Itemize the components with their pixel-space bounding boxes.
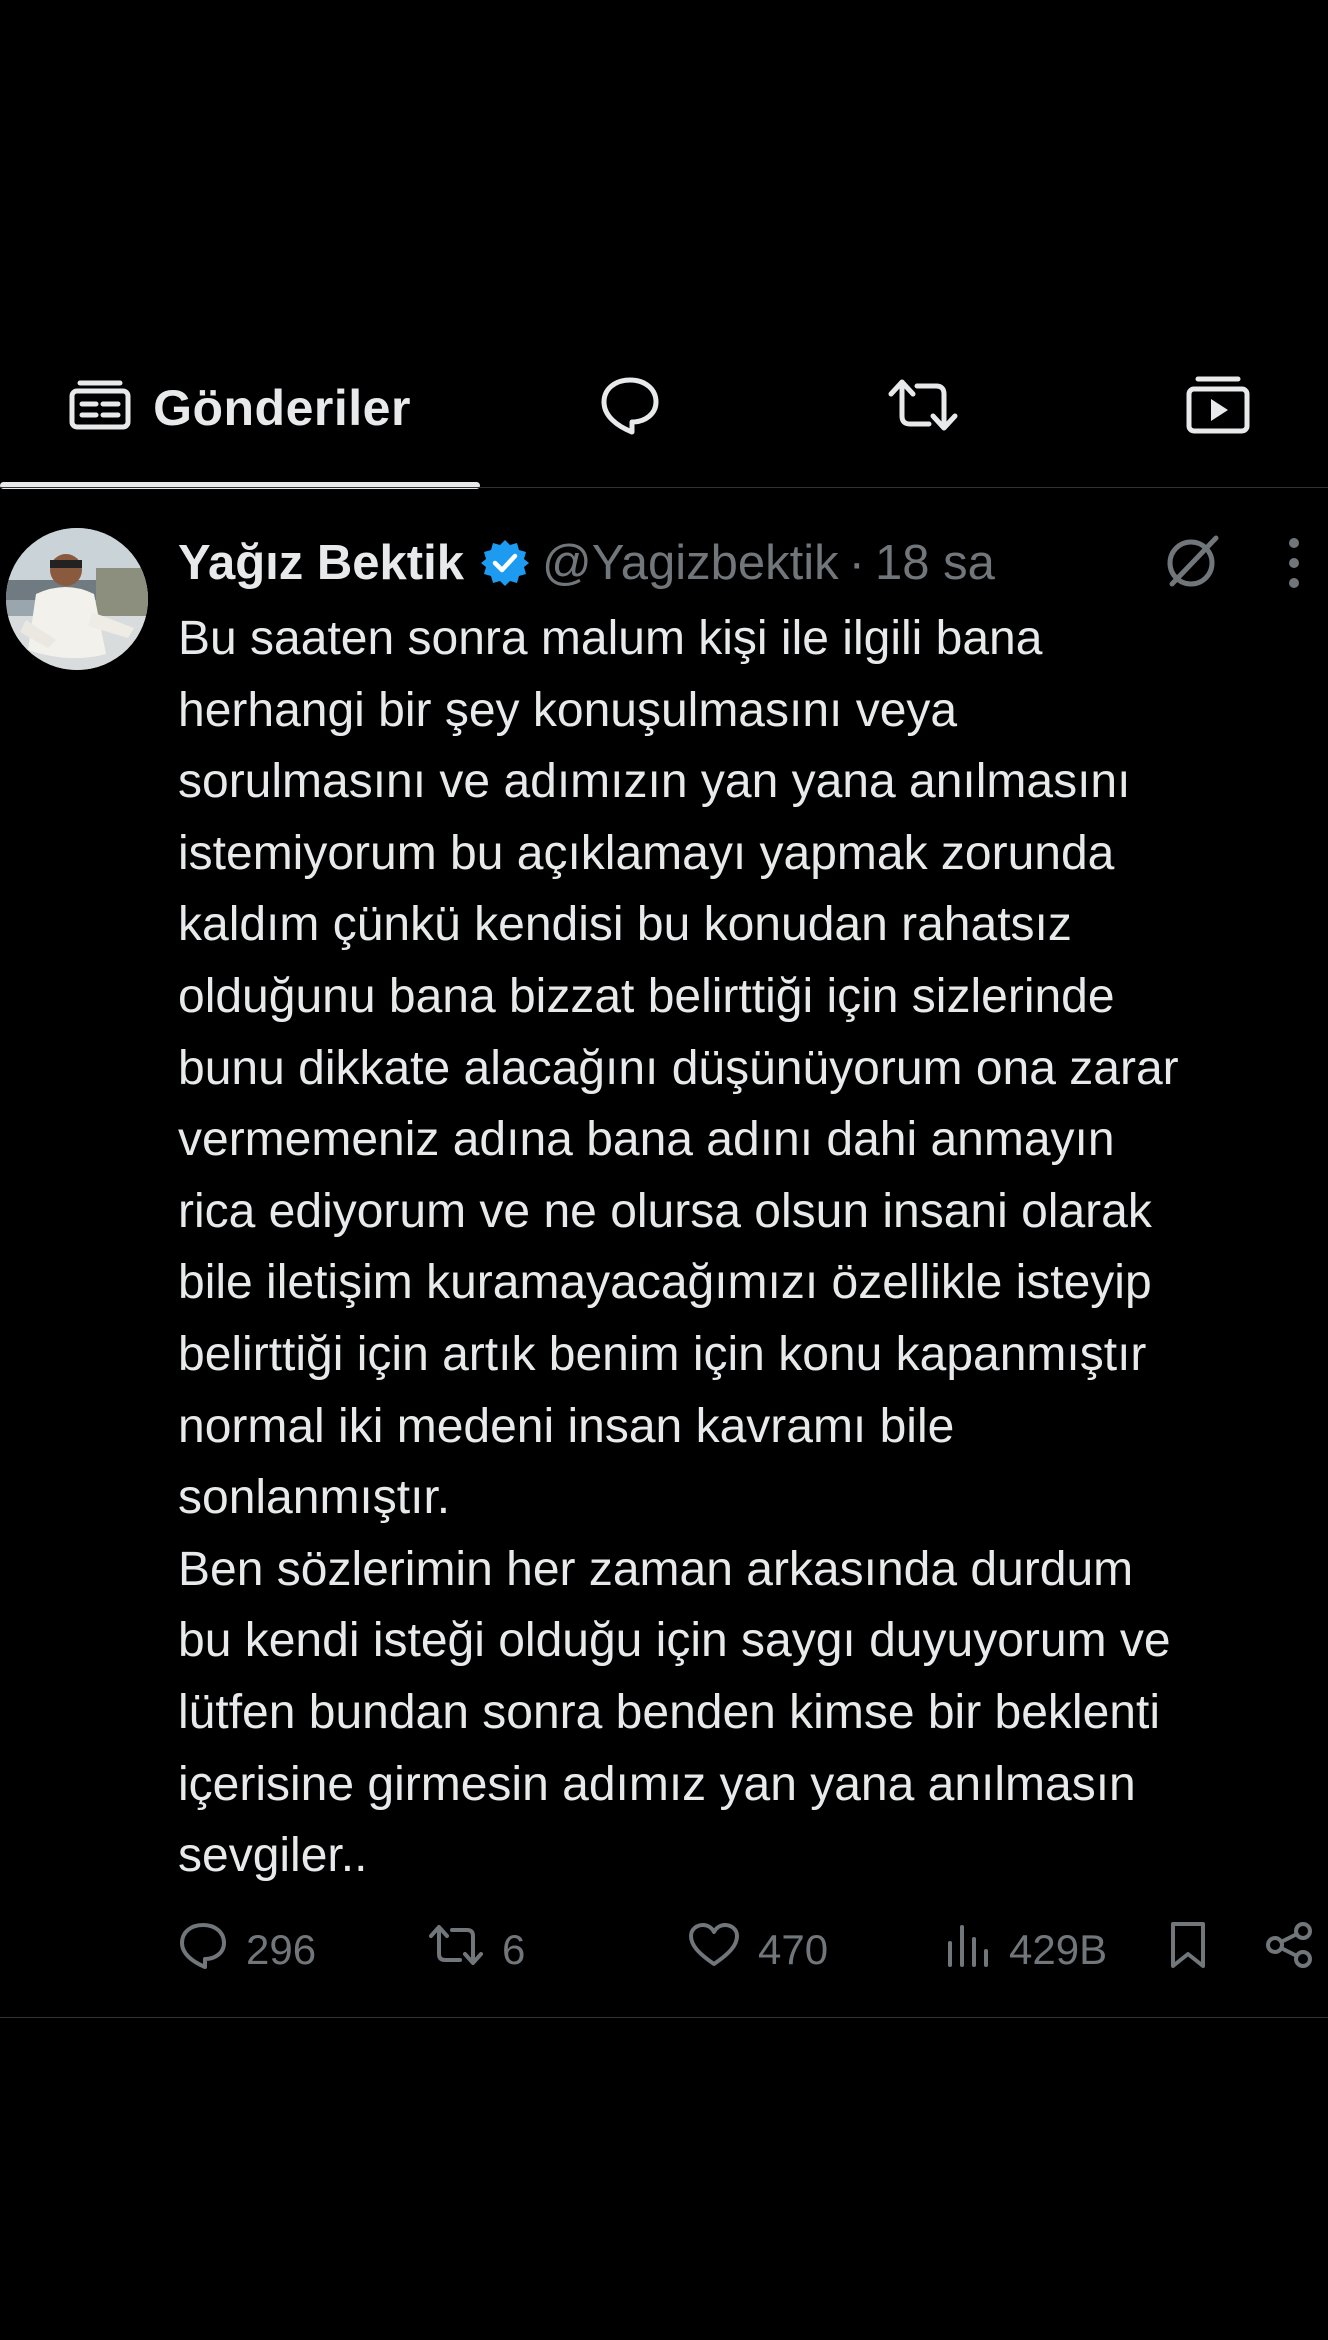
avatar[interactable] <box>6 528 148 670</box>
like-button[interactable]: 470 <box>688 1910 828 1990</box>
post-text-line: Bu saaten sonra malum kişi ile ilgili ba… <box>178 612 1043 665</box>
author-handle[interactable]: @Yagizbektik <box>542 535 839 591</box>
post-text-line: lütfen bundan sonra benden kimse bir bek… <box>178 1685 1160 1739</box>
grok-icon[interactable] <box>1162 532 1222 592</box>
post-text-line: herhangi bir şey konuşulmasını veya <box>178 683 958 737</box>
post-text-line: sevgiler.. <box>178 1829 368 1883</box>
post-text-line: olduğunu bana bizzat belirttiği için siz… <box>178 969 1115 1023</box>
post-text-line: belirttiği için artık benim için konu ka… <box>178 1327 1147 1381</box>
post-text-line: istemiyorum bu açıklamayı yapmak zorunda <box>178 826 1115 880</box>
separator-dot: · <box>848 536 865 590</box>
reply-icon <box>178 1920 228 1980</box>
analytics-icon <box>945 1923 991 1977</box>
reply-button[interactable]: 296 <box>178 1910 316 1990</box>
post-text-line: bu kendi isteği olduğu için saygı duyuyo… <box>178 1614 1171 1668</box>
repost-count: 6 <box>502 1926 526 1973</box>
post-text-line: Ben sözlerimin her zaman arkasında durdu… <box>178 1542 1134 1596</box>
reply-bubble-icon <box>599 374 661 441</box>
post-timestamp[interactable]: 18 sa <box>875 535 995 591</box>
post-text-line: sonlanmıştır. <box>178 1471 451 1525</box>
share-icon <box>1264 1921 1314 1979</box>
tab-posts[interactable]: Gönderiler <box>0 330 480 485</box>
repost-icon <box>428 1922 484 1978</box>
posts-icon <box>69 379 131 436</box>
author-name[interactable]: Yağız Bektik <box>178 535 464 591</box>
post-actions: 296 6 470 429B <box>0 1910 1328 1990</box>
post-text-line: rica ediyorum ve ne olursa olsun insani … <box>178 1184 1152 1238</box>
more-options-icon[interactable] <box>1284 535 1304 591</box>
tab-media[interactable] <box>1118 330 1318 485</box>
post-text-line: bile iletişim kuramayacağımızı özellikle… <box>178 1256 1152 1310</box>
post-divider <box>0 2017 1328 2018</box>
reply-count: 296 <box>246 1926 317 1973</box>
profile-tabs: Gönderiler <box>0 330 1328 489</box>
verified-badge-icon[interactable] <box>480 538 530 588</box>
tab-reposts[interactable] <box>823 330 1023 485</box>
post-text-line: sorulmasını ve adımızın yan yana anılmas… <box>178 755 1131 809</box>
post-text-line: bunu dikkate alacağını düşünüyorum ona z… <box>178 1041 1179 1095</box>
views-button[interactable]: 429B <box>945 1910 1107 1990</box>
tab-posts-label: Gönderiler <box>153 379 411 436</box>
tab-replies[interactable] <box>530 330 730 485</box>
share-button[interactable] <box>1264 1910 1314 1990</box>
bookmark-icon <box>1168 1921 1208 1979</box>
tabs-divider <box>0 487 1328 488</box>
like-count: 470 <box>758 1926 829 1973</box>
repost-icon <box>887 376 959 439</box>
post-header: Yağız Bektik @Yagizbektik · 18 sa <box>178 528 995 598</box>
repost-button[interactable]: 6 <box>428 1910 525 1990</box>
media-play-icon <box>1186 375 1250 440</box>
post-text-line: içerisine girmesin adımız yan yana anılm… <box>178 1757 1136 1811</box>
post-text: Bu saaten sonra malum kişi ile ilgili ba… <box>178 603 1323 1892</box>
view-count: 429B <box>1009 1926 1108 1973</box>
post-text-line: kaldım çünkü kendisi bu konudan rahatsız <box>178 898 1072 952</box>
heart-icon <box>688 1922 740 1978</box>
post-text-line: normal iki medeni insan kavramı bile <box>178 1399 955 1453</box>
bookmark-button[interactable] <box>1168 1910 1208 1990</box>
post-text-line: vermemeniz adına bana adını dahi anmayın <box>178 1113 1115 1167</box>
